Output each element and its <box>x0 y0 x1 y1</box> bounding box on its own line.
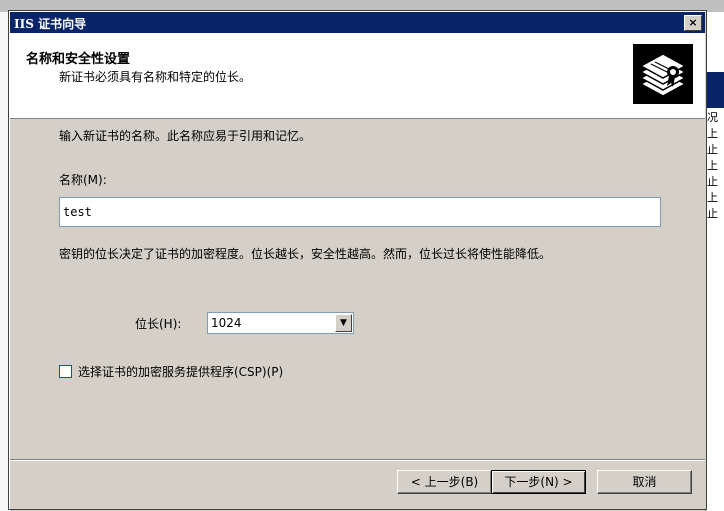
bitlength-select[interactable]: 1024 ▼ <box>207 312 354 334</box>
name-label: 名称(M): <box>59 173 107 187</box>
bitlength-label: 位长(H): <box>135 317 182 331</box>
background-right-item: 上 <box>707 128 718 140</box>
next-button[interactable]: 下一步(N) > <box>491 470 586 494</box>
background-right-item: 止 <box>707 176 718 188</box>
background-right-item: 上 <box>707 192 718 204</box>
dropdown-arrow-icon[interactable]: ▼ <box>335 314 352 332</box>
header-title: 名称和安全性设置 <box>26 52 131 67</box>
csp-checkbox-label[interactable]: 选择证书的加密服务提供程序(CSP)(P) <box>78 363 283 380</box>
wizard-header: 名称和安全性设置 新证书必须具有名称和特定的位长。 <box>10 33 705 119</box>
background-right-item: 况 <box>707 112 718 124</box>
footer-divider <box>10 459 705 461</box>
dialog-title: IIS 证书向导 <box>14 17 87 31</box>
background-right-item: 止 <box>707 144 718 156</box>
certificate-name-input[interactable] <box>59 197 661 227</box>
back-button[interactable]: < 上一步(B) <box>397 470 492 494</box>
background-right-header <box>706 72 724 108</box>
background-right-item: 上 <box>707 160 718 172</box>
csp-checkbox-row[interactable]: 选择证书的加密服务提供程序(CSP)(P) <box>59 363 283 380</box>
bitlength-value: 1024 <box>211 316 242 330</box>
certificate-wizard-dialog: IIS 证书向导 × 名称和安全性设置 新证书必须具有名称和特定的位长。 输入新… <box>8 10 707 510</box>
header-subtitle: 新证书必须具有名称和特定的位长。 <box>59 70 252 84</box>
close-button[interactable]: × <box>684 15 702 31</box>
bitlength-note: 密钥的位长决定了证书的加密程度。位长越长，安全性越高。然而，位长过长将使性能降低… <box>59 247 552 261</box>
csp-checkbox[interactable] <box>59 365 72 378</box>
instruction-text: 输入新证书的名称。此名称应易于引用和记忆。 <box>59 129 312 143</box>
cancel-button[interactable]: 取消 <box>597 470 692 494</box>
dialog-titlebar[interactable]: IIS 证书向导 × <box>10 12 705 33</box>
background-right-pane: 况 上 止 上 止 上 止 <box>705 12 724 511</box>
certificate-icon <box>633 44 693 104</box>
background-right-item: 止 <box>707 208 718 220</box>
